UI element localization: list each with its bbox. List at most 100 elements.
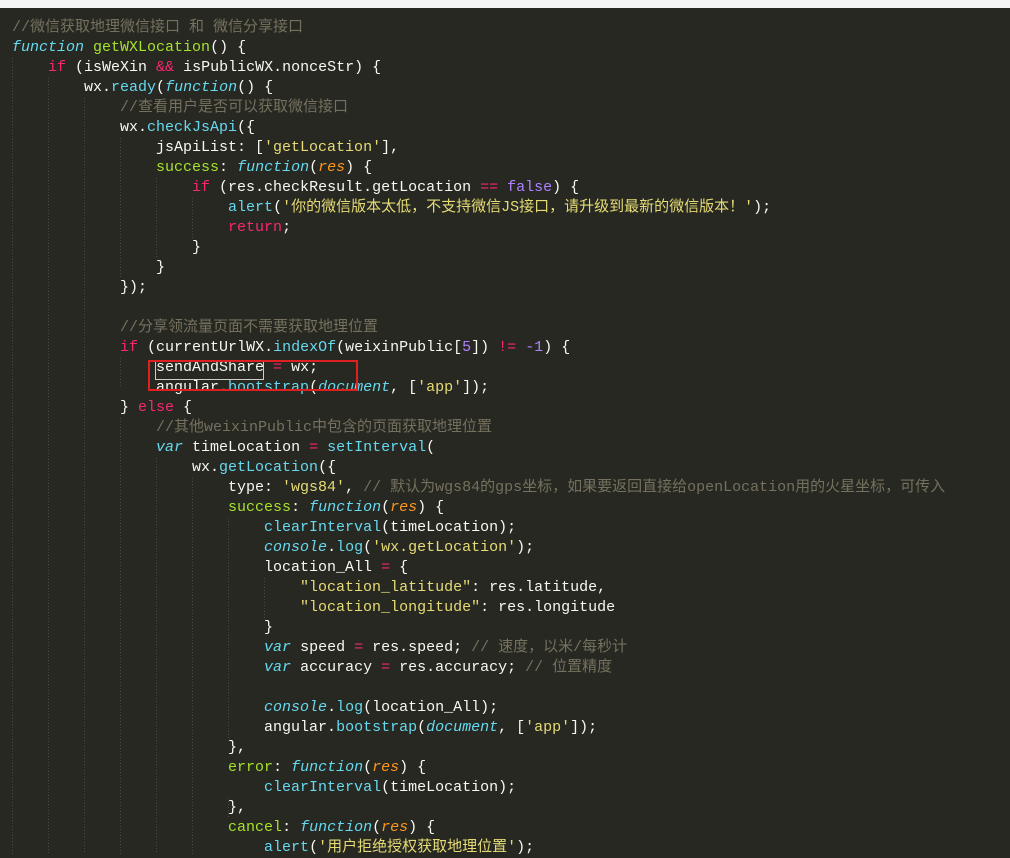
code-line[interactable]: },: [12, 798, 945, 818]
code-token: var: [156, 439, 184, 456]
code-line[interactable]: ​: [12, 298, 945, 318]
code-token: accuracy: [291, 659, 382, 676]
code-token: "location_longitude": [300, 599, 481, 616]
code-token: (isWeXin: [66, 59, 157, 76]
code-token: isPublicWX.nonceStr) {: [174, 59, 382, 76]
code-line[interactable]: },: [12, 738, 945, 758]
code-line[interactable]: alert('你的微信版本太低，不支持微信JS接口，请升级到最新的微信版本！')…: [12, 198, 945, 218]
code-token: (timeLocation);: [381, 779, 517, 796]
code-token: error: [228, 759, 274, 776]
code-token: alert: [264, 839, 310, 856]
code-line[interactable]: var accuracy = res.accuracy; // 位置精度: [12, 658, 945, 678]
code-token: ]);: [462, 379, 490, 396]
code-token: // 位置精度: [525, 659, 613, 676]
code-line[interactable]: success: function(res) {: [12, 158, 945, 178]
code-token: =: [381, 559, 391, 576]
code-line[interactable]: function getWXLocation() {: [12, 38, 945, 58]
code-token: '用户拒绝授权获取地理位置': [318, 839, 517, 856]
code-line[interactable]: return;: [12, 218, 945, 238]
code-token: (res.checkResult.getLocation: [210, 179, 481, 196]
code-line[interactable]: if (isWeXin && isPublicWX.nonceStr) {: [12, 58, 945, 78]
code-token: () {: [237, 79, 274, 96]
code-token: success: [228, 499, 292, 516]
code-token: :: [219, 159, 238, 176]
code-token: ]): [471, 339, 499, 356]
code-line[interactable]: cancel: function(res) {: [12, 818, 945, 838]
code-token: alert: [228, 199, 274, 216]
code-line[interactable]: error: function(res) {: [12, 758, 945, 778]
code-token: log: [336, 699, 364, 716]
code-editor[interactable]: //微信获取地理微信接口 和 微信分享接口 function getWXLocat…: [0, 8, 1010, 856]
code-line[interactable]: });: [12, 278, 945, 298]
code-line[interactable]: }: [12, 238, 945, 258]
code-token: ({: [237, 119, 256, 136]
code-token: res: [372, 759, 400, 776]
code-token: : res.longitude: [480, 599, 616, 616]
code-token: res.accuracy;: [390, 659, 526, 676]
code-token: if: [120, 339, 139, 356]
code-line[interactable]: wx.checkJsApi({: [12, 118, 945, 138]
code-token: function: [291, 759, 364, 776]
code-line[interactable]: if (currentUrlWX.indexOf(weixinPublic[5]…: [12, 338, 945, 358]
code-line[interactable]: "location_latitude": res.latitude,: [12, 578, 945, 598]
code-line[interactable]: clearInterval(timeLocation);: [12, 778, 945, 798]
code-line[interactable]: angular.bootstrap(document, ['app']);: [12, 718, 945, 738]
code-token: speed: [291, 639, 355, 656]
code-token: .: [327, 699, 337, 716]
code-token: (: [309, 159, 319, 176]
code-line[interactable]: if (res.checkResult.getLocation == false…: [12, 178, 945, 198]
code-token: setInterval: [327, 439, 427, 456]
code-line[interactable]: var speed = res.speed; // 速度，以米/每秒计: [12, 638, 945, 658]
code-line[interactable]: console.log(location_All);: [12, 698, 945, 718]
code-line[interactable]: wx.getLocation({: [12, 458, 945, 478]
code-line[interactable]: location_All = {: [12, 558, 945, 578]
code-token: '你的微信版本太低，不支持微信JS接口，请升级到最新的微信版本！': [282, 199, 754, 216]
code-line[interactable]: }: [12, 618, 945, 638]
code-line[interactable]: jsApiList: ['getLocation'],: [12, 138, 945, 158]
code-token: ;: [282, 219, 292, 236]
code-line[interactable]: var timeLocation = setInterval(: [12, 438, 945, 458]
code-token: :: [273, 759, 292, 776]
code-token: console: [264, 699, 328, 716]
code-token: wx.: [12, 79, 112, 96]
code-token: // 速度，以米/每秒计: [471, 639, 628, 656]
code-token: ]);: [570, 719, 598, 736]
code-token: (: [363, 539, 373, 556]
code-token: {: [174, 399, 193, 416]
code-token: =: [309, 439, 319, 456]
code-line[interactable]: } else {: [12, 398, 945, 418]
code-line[interactable]: }: [12, 258, 945, 278]
code-area[interactable]: //微信获取地理微信接口 和 微信分享接口 function getWXLocat…: [12, 18, 945, 858]
code-line[interactable]: success: function(res) {: [12, 498, 945, 518]
code-token: (: [426, 439, 436, 456]
code-line[interactable]: wx.ready(function() {: [12, 78, 945, 98]
code-token: .: [327, 539, 337, 556]
code-token: );: [753, 199, 772, 216]
code-line[interactable]: //其他weixinPublic中包含的页面获取地理位置: [12, 418, 945, 438]
code-token: type:: [12, 479, 283, 496]
code-line[interactable]: alert('用户拒绝授权获取地理位置');: [12, 838, 945, 858]
code-token: !=: [498, 339, 517, 356]
code-line[interactable]: //微信获取地理微信接口 和 微信分享接口: [12, 18, 945, 38]
code-token: ) {: [399, 759, 427, 776]
code-line[interactable]: console.log('wx.getLocation');: [12, 538, 945, 558]
code-line[interactable]: "location_longitude": res.longitude: [12, 598, 945, 618]
code-line[interactable]: clearInterval(timeLocation);: [12, 518, 945, 538]
code-token: (: [156, 79, 166, 96]
code-line[interactable]: //查看用户是否可以获取微信接口: [12, 98, 945, 118]
code-line[interactable]: ​: [12, 678, 945, 698]
code-line[interactable]: //分享领流量页面不需要获取地理位置: [12, 318, 945, 338]
code-token: log: [336, 539, 364, 556]
code-token: wx.: [12, 119, 148, 136]
code-line[interactable]: type: 'wgs84', // 默认为wgs84的gps坐标，如果要返回直接…: [12, 478, 945, 498]
code-token: :: [282, 819, 301, 836]
code-token: bootstrap: [336, 719, 418, 736]
code-token: },: [12, 739, 247, 756]
red-annotation-box: [148, 360, 358, 391]
